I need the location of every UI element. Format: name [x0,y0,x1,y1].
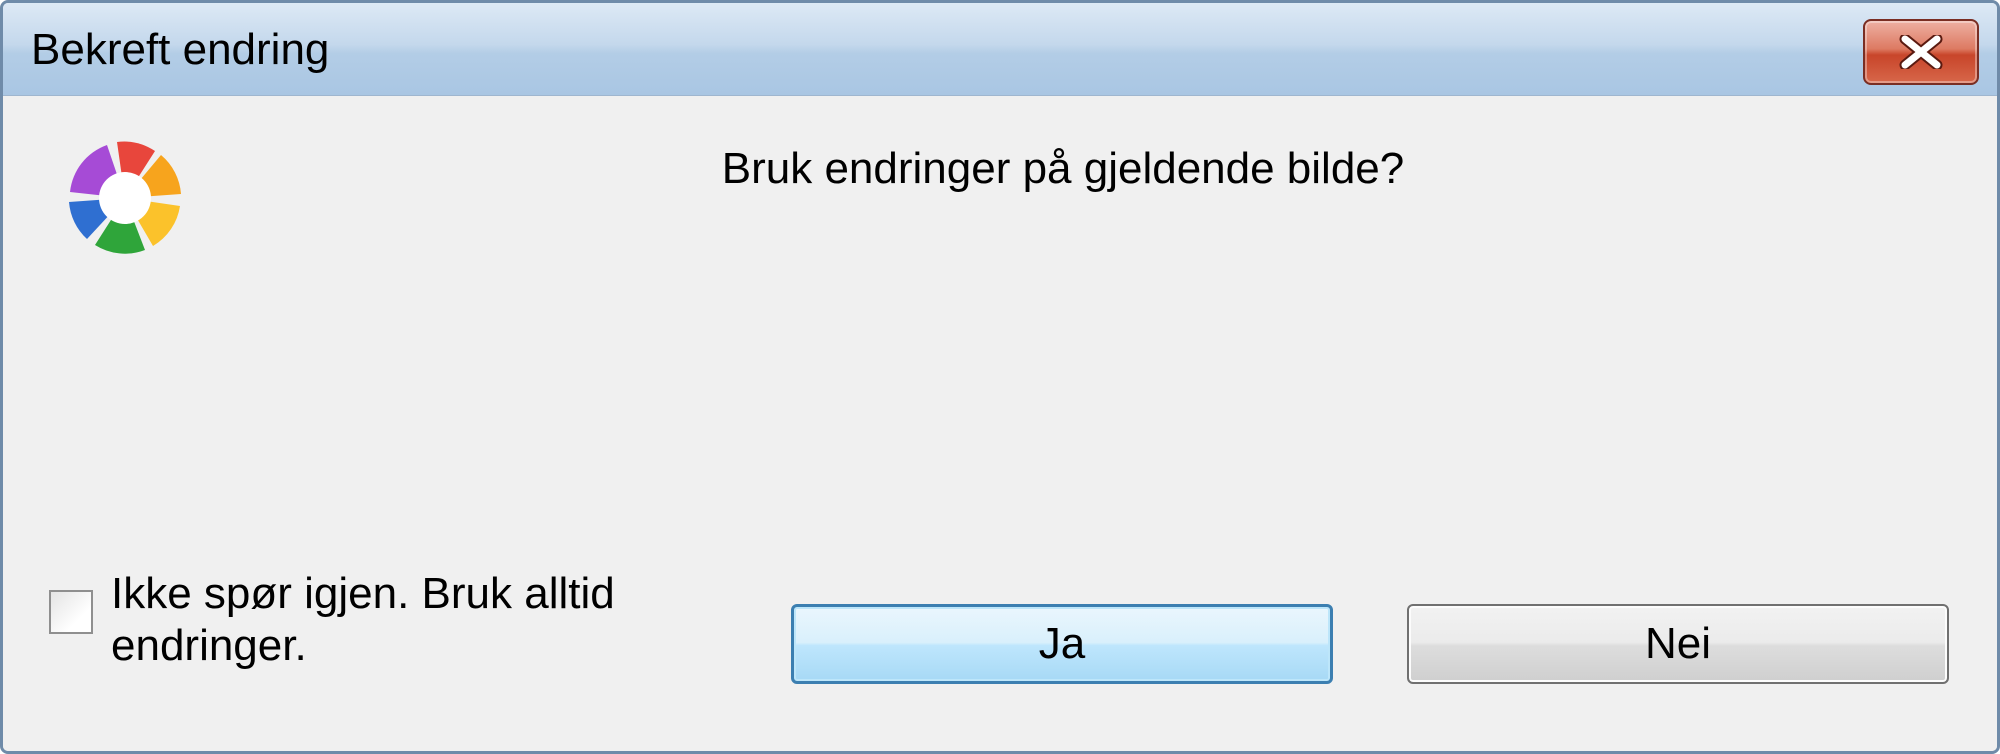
dont-ask-again-option[interactable]: Ikke spør igjen. Bruk alltid endringer. [49,568,651,672]
window-title: Bekreft endring [31,25,330,74]
picasa-logo-icon [69,141,181,254]
no-button[interactable]: Nei [1407,604,1949,684]
dialog-body: Bruk endringer på gjeldende bilde? Ikke … [3,96,1997,751]
dialog-window: Bekreft endring Bruk endringer på gjelde… [0,0,2000,754]
close-icon [1899,35,1943,69]
title-bar[interactable]: Bekreft endring [3,3,1997,96]
close-button[interactable] [1863,19,1979,85]
yes-button[interactable]: Ja [791,604,1333,684]
dont-ask-again-label[interactable]: Ikke spør igjen. Bruk alltid endringer. [111,568,651,672]
dont-ask-again-checkbox[interactable] [49,590,93,634]
dialog-message: Bruk endringer på gjeldende bilde? [721,144,1405,193]
